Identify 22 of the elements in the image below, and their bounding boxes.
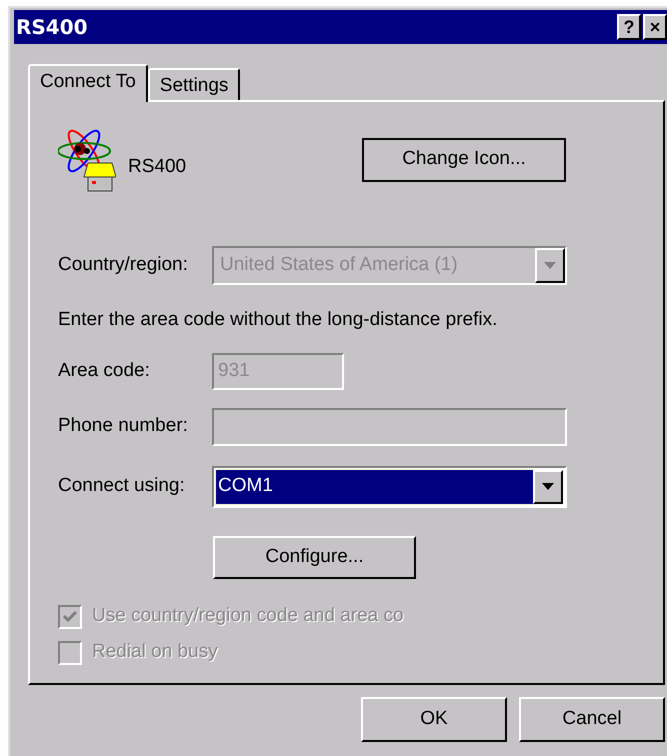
caret-icon: [542, 483, 554, 490]
connect-using-dropdown[interactable]: COM1: [212, 466, 567, 508]
dropdown-button[interactable]: [533, 470, 563, 504]
tab[interactable]: Settings: [148, 68, 240, 100]
hint-text: Enter the area code without the long-distance prefix.: [58, 308, 498, 332]
help-button[interactable]: ?: [617, 14, 641, 40]
connection-name: RS400: [128, 155, 188, 180]
field-label: Area code:: [58, 358, 151, 383]
field-label: Country/region:: [58, 253, 189, 278]
checkbox-label: Redial on busy: [92, 640, 218, 664]
window-title: RS400: [16, 14, 88, 41]
configure-button[interactable]: Configure...: [213, 536, 416, 578]
change-icon-button[interactable]: Change Icon...: [362, 138, 566, 182]
cancel-button[interactable]: Cancel: [519, 697, 665, 742]
field-label: Phone number:: [58, 414, 189, 438]
ok-button[interactable]: OK: [361, 697, 507, 742]
check-icon: [63, 610, 77, 622]
field-label: Connect using:: [58, 474, 186, 498]
checkbox-label: Use country/region code and area co: [92, 604, 404, 628]
tab[interactable]: Connect To: [28, 64, 148, 102]
caret-icon: [544, 262, 556, 269]
close-button[interactable]: ×: [643, 14, 667, 40]
